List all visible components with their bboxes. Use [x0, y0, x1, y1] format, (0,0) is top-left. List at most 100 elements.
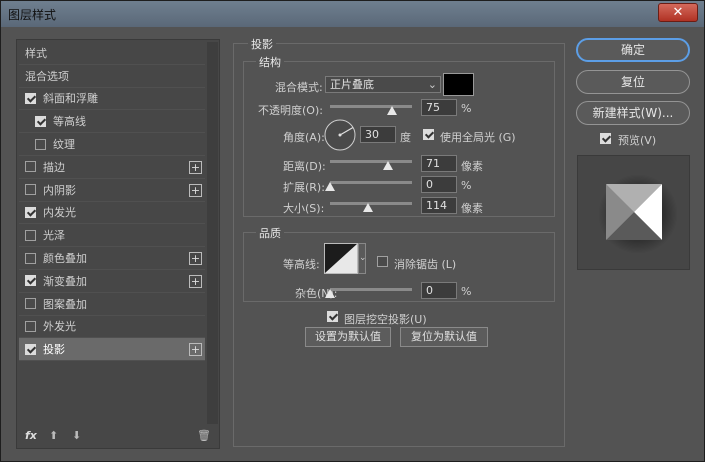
- ok-button[interactable]: 确定: [576, 38, 690, 62]
- distance-label: 距离(D):: [283, 160, 326, 173]
- spread-label: 扩展(R):: [283, 181, 325, 194]
- style-item-label: 投影: [43, 343, 65, 357]
- distance-slider-track[interactable]: [330, 160, 412, 163]
- drop-shadow-title: 投影: [248, 36, 276, 52]
- style-item[interactable]: 内阴影 +: [19, 179, 205, 202]
- style-item-checkbox[interactable]: [25, 92, 36, 104]
- set-default-button[interactable]: 设置为默认值: [305, 327, 391, 347]
- style-item-label: 等高线: [53, 115, 86, 129]
- style-item-checkbox[interactable]: [25, 206, 36, 218]
- style-item-label: 混合选项: [25, 69, 69, 83]
- move-up-icon[interactable]: ⬆: [49, 429, 58, 442]
- style-item[interactable]: 斜面和浮雕: [19, 88, 205, 111]
- opacity-slider-thumb[interactable]: [386, 106, 397, 115]
- new-style-button[interactable]: 新建样式(W)...: [576, 101, 690, 125]
- size-slider-thumb[interactable]: [362, 203, 373, 212]
- style-item[interactable]: 等高线: [19, 110, 205, 134]
- style-item-checkbox[interactable]: [35, 138, 46, 150]
- close-button[interactable]: ✕: [658, 3, 698, 22]
- contour-dropdown-chevron-icon[interactable]: ⌄: [358, 243, 367, 274]
- style-item-label: 样式: [25, 46, 47, 60]
- preview-label: 预览(V): [618, 134, 657, 147]
- size-input[interactable]: 114: [421, 197, 457, 214]
- style-item-label: 描边: [43, 160, 65, 174]
- spread-slider-thumb[interactable]: [325, 182, 335, 191]
- title-bar[interactable]: 图层样式 ✕: [1, 1, 704, 27]
- style-item-checkbox[interactable]: [25, 343, 36, 355]
- spread-unit: %: [461, 179, 472, 192]
- fx-icon[interactable]: fx: [25, 429, 37, 442]
- styles-scrollbar[interactable]: [207, 42, 218, 424]
- knockout-checkbox[interactable]: [327, 311, 338, 322]
- style-item[interactable]: 外发光: [19, 316, 205, 339]
- blend-mode-select[interactable]: 正片叠底 ⌄: [325, 76, 441, 93]
- global-light-label: 使用全局光 (G): [440, 131, 516, 144]
- style-item-checkbox[interactable]: [25, 320, 36, 332]
- window-title: 图层样式: [8, 8, 57, 22]
- style-item-checkbox[interactable]: [25, 298, 36, 310]
- contour-preview[interactable]: [324, 243, 358, 274]
- angle-label: 角度(A):: [283, 131, 325, 144]
- distance-slider-thumb[interactable]: [383, 161, 394, 170]
- layer-style-dialog: 图层样式 ✕ 样式混合选项斜面和浮雕等高线纹理描边 + 内阴影 + 内发光光泽颜色叠加 +…: [0, 0, 705, 462]
- reset-default-button[interactable]: 复位为默认值: [400, 327, 488, 347]
- style-item-label: 内发光: [43, 206, 76, 220]
- style-item-checkbox[interactable]: [25, 161, 36, 173]
- style-item-checkbox[interactable]: [25, 229, 36, 241]
- style-item[interactable]: 混合选项: [19, 65, 205, 88]
- style-item[interactable]: 内发光: [19, 202, 205, 225]
- style-item-checkbox[interactable]: [25, 184, 36, 196]
- opacity-input[interactable]: 75: [421, 99, 457, 116]
- add-effect-icon[interactable]: +: [189, 183, 202, 197]
- style-item-label: 纹理: [53, 138, 75, 152]
- opacity-label: 不透明度(O):: [258, 104, 323, 117]
- opacity-slider-track[interactable]: [330, 105, 412, 108]
- style-item[interactable]: 图案叠加: [19, 293, 205, 316]
- style-item[interactable]: 渐变叠加 +: [19, 270, 205, 293]
- structure-title: 结构: [256, 54, 284, 70]
- noise-slider-track[interactable]: [330, 288, 412, 291]
- preview-thumbnail: [598, 174, 678, 254]
- style-item[interactable]: 投影 +: [19, 338, 205, 362]
- styles-footer: fx ⬆ ⬇ 🗑: [17, 426, 219, 448]
- distance-input[interactable]: 71: [421, 155, 457, 172]
- spread-input[interactable]: 0: [421, 176, 457, 193]
- noise-slider-thumb[interactable]: [325, 289, 335, 298]
- style-item-checkbox[interactable]: [25, 275, 36, 287]
- add-effect-icon[interactable]: +: [189, 252, 202, 266]
- style-item-checkbox[interactable]: [25, 252, 36, 264]
- add-effect-icon[interactable]: +: [189, 160, 202, 174]
- style-item[interactable]: 光泽: [19, 224, 205, 248]
- angle-input[interactable]: 30: [360, 126, 396, 143]
- style-item-label: 颜色叠加: [43, 252, 87, 266]
- shadow-color-swatch[interactable]: [443, 73, 474, 96]
- styles-list: 样式 混合选项 斜面和浮雕 等高线 纹理 描边 + 内阴影 + 内发光 光泽 颜色叠加 + 渐变叠加 + 图案…: [19, 42, 205, 362]
- style-preview: [577, 155, 690, 270]
- style-item-checkbox[interactable]: [35, 115, 46, 127]
- add-effect-icon[interactable]: +: [189, 343, 202, 357]
- size-unit: 像素: [461, 202, 483, 215]
- style-item[interactable]: 颜色叠加 +: [19, 247, 205, 270]
- style-item-label: 内阴影: [43, 183, 76, 197]
- spread-slider-track[interactable]: [330, 181, 412, 184]
- global-light-checkbox[interactable]: [423, 129, 434, 140]
- opacity-unit: %: [461, 102, 472, 115]
- add-effect-icon[interactable]: +: [189, 274, 202, 288]
- style-item[interactable]: 描边 +: [19, 156, 205, 179]
- angle-dial[interactable]: [323, 118, 357, 152]
- reset-button[interactable]: 复位: [576, 70, 690, 94]
- antialias-checkbox[interactable]: [377, 256, 388, 267]
- angle-unit: 度: [400, 131, 411, 144]
- style-item[interactable]: 纹理: [19, 133, 205, 156]
- style-item-label: 图案叠加: [43, 297, 87, 311]
- chevron-down-icon: ⌄: [427, 78, 437, 91]
- knockout-label: 图层挖空投影(U): [344, 313, 427, 326]
- quality-title: 品质: [256, 225, 284, 241]
- styles-panel: 样式 混合选项 斜面和浮雕 等高线 纹理 描边 + 内阴影 + 内发光 光泽 颜色叠加 + 渐变叠加 + 图案…: [16, 39, 220, 449]
- move-down-icon[interactable]: ⬇: [72, 429, 81, 442]
- preview-checkbox[interactable]: [600, 133, 611, 144]
- distance-unit: 像素: [461, 160, 483, 173]
- style-item[interactable]: 样式: [19, 42, 205, 65]
- noise-input[interactable]: 0: [421, 282, 457, 299]
- trash-icon[interactable]: 🗑: [197, 429, 211, 442]
